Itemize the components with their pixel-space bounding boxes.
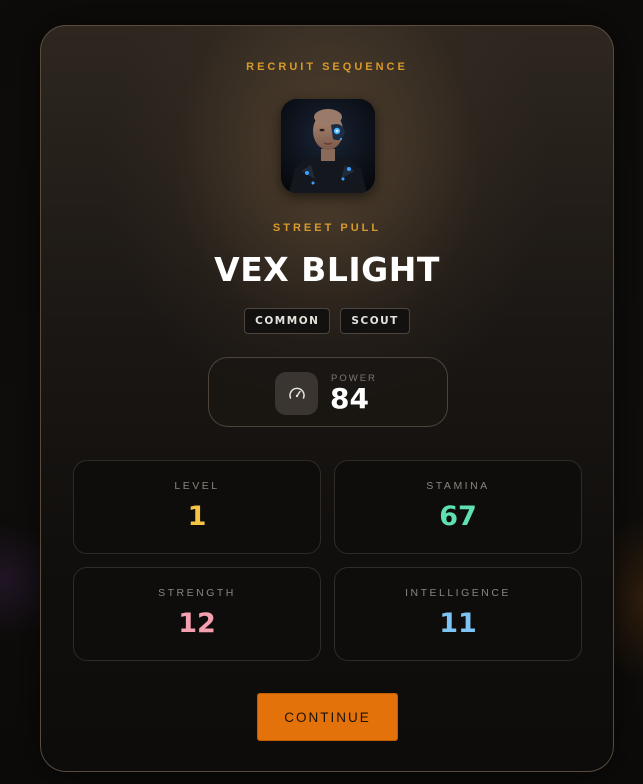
stat-label: STAMINA xyxy=(426,480,490,492)
recruit-sequence-heading: RECRUIT SEQUENCE xyxy=(246,61,408,73)
stat-stamina: STAMINA 67 xyxy=(334,460,582,554)
rarity-tag: COMMON xyxy=(244,308,331,334)
stat-value: 11 xyxy=(439,608,477,639)
pull-type-label: STREET PULL xyxy=(272,222,382,234)
continue-button[interactable]: CONTINUE xyxy=(257,693,398,741)
stat-value: 12 xyxy=(178,608,216,639)
recruit-card: RECRUIT SEQUENCE STREET PULL VEX BLIGHT … xyxy=(40,25,614,772)
character-name: VEX BLIGHT xyxy=(214,250,440,289)
power-value: 84 xyxy=(330,382,369,415)
stat-label: STRENGTH xyxy=(158,587,236,599)
stat-level: LEVEL 1 xyxy=(73,460,321,554)
stat-value: 1 xyxy=(187,501,207,532)
stat-label: INTELLIGENCE xyxy=(405,587,511,599)
class-tag: SCOUT xyxy=(340,308,410,334)
stat-intelligence: INTELLIGENCE 11 xyxy=(334,567,582,661)
character-tags: COMMON SCOUT xyxy=(41,308,613,334)
stat-value: 67 xyxy=(439,501,477,532)
gauge-icon xyxy=(275,372,318,415)
stat-label: LEVEL xyxy=(174,480,220,492)
stat-strength: STRENGTH 12 xyxy=(73,567,321,661)
power-panel: POWER 84 xyxy=(208,357,448,427)
character-portrait xyxy=(281,99,375,193)
